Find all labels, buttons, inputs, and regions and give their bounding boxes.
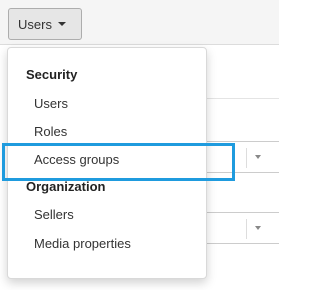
menu-item-sellers[interactable]: Sellers xyxy=(34,207,74,222)
select-caret-icon xyxy=(255,226,261,230)
menu-item-users[interactable]: Users xyxy=(34,96,68,111)
select-caret-icon xyxy=(255,155,261,159)
users-dropdown-button[interactable]: Users xyxy=(8,8,82,40)
menu-item-roles[interactable]: Roles xyxy=(34,124,67,139)
background-select-2[interactable] xyxy=(196,212,279,244)
background-divider xyxy=(196,98,279,99)
select-divider xyxy=(246,148,247,168)
chevron-down-icon xyxy=(57,22,66,26)
menu-item-media-properties[interactable]: Media properties xyxy=(34,236,131,251)
menu-header-organization: Organization xyxy=(26,179,106,194)
menu-header-security: Security xyxy=(26,67,78,82)
access-groups-highlight xyxy=(2,143,235,181)
users-dropdown-label: Users xyxy=(18,16,52,32)
top-toolbar: Users xyxy=(0,0,279,45)
select-divider xyxy=(246,219,247,239)
